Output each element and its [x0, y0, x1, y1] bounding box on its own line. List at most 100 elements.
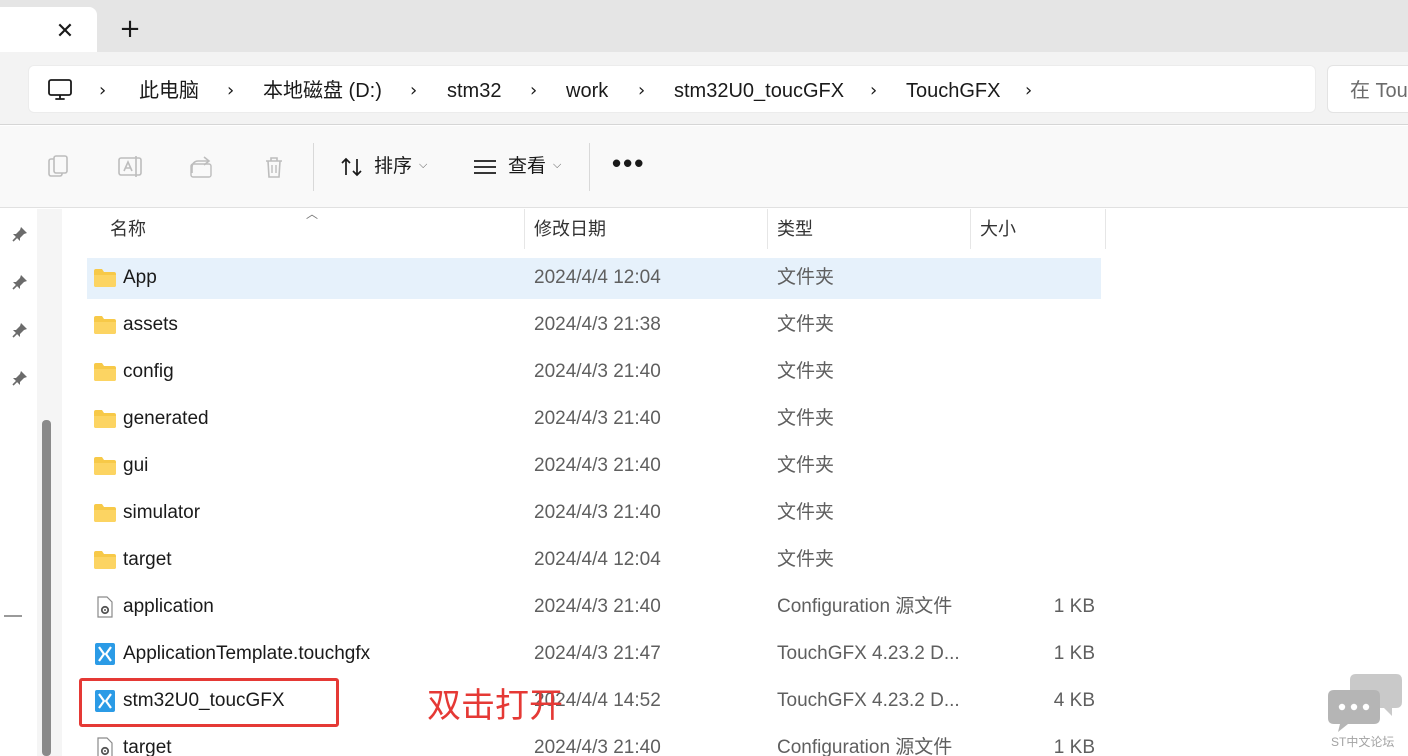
breadcrumb-chevron-icon[interactable]: ›	[530, 79, 537, 103]
breadcrumb-item-stm32u0[interactable]: stm32U0_toucGFX	[674, 79, 844, 103]
column-header-date-label: 修改日期	[534, 219, 606, 239]
file-size: 1 KB	[1053, 643, 1095, 664]
breadcrumb-item-drive-d[interactable]: 本地磁盘 (D:)	[263, 79, 382, 103]
sort-chevron-down-icon[interactable]: ⌵	[419, 158, 427, 172]
file-type: TouchGFX 4.23.2 D...	[777, 643, 960, 664]
column-header-date[interactable]: 修改日期	[524, 209, 768, 249]
file-size: 1 KB	[1053, 737, 1095, 756]
more-options-button[interactable]: •••	[612, 148, 645, 178]
breadcrumb-item-this-pc[interactable]: 此电脑	[139, 79, 199, 103]
file-name: assets	[123, 314, 178, 335]
column-header-name-label: 名称	[110, 219, 146, 239]
sort-button[interactable]: 排序	[374, 155, 412, 179]
file-name: gui	[123, 455, 149, 476]
file-date: 2024/4/3 21:40	[534, 408, 661, 429]
column-header-size[interactable]: 大小	[970, 209, 1106, 249]
file-type: 文件夹	[777, 549, 835, 570]
column-header-type-label: 类型	[777, 219, 813, 239]
breadcrumb-chevron-icon[interactable]: ›	[410, 79, 417, 103]
breadcrumb-chevron-icon[interactable]: ›	[638, 79, 645, 103]
file-size: 4 KB	[1053, 690, 1095, 711]
file-type: 文件夹	[777, 314, 835, 335]
file-type: 文件夹	[777, 502, 835, 523]
file-row-generated[interactable]: generated 2024/4/3 21:40 文件夹	[87, 399, 1101, 440]
annotation-text: 双击打开	[427, 687, 563, 725]
file-type: Configuration 源文件	[777, 737, 953, 756]
view-button[interactable]: 查看	[508, 155, 546, 179]
search-input[interactable]: 在 TouchGFX 中搜索	[1327, 65, 1408, 113]
nav-divider	[4, 615, 22, 617]
address-bar[interactable]: › 此电脑 › 本地磁盘 (D:) › stm32 › work › stm32…	[28, 65, 1316, 113]
toolbar-separator	[589, 143, 590, 191]
pin-icon[interactable]	[11, 225, 29, 243]
breadcrumb-item-touchgfx[interactable]: TouchGFX	[906, 79, 1000, 103]
annotation-highlight-box	[79, 678, 339, 727]
file-name: config	[123, 361, 174, 382]
folder-icon	[94, 551, 116, 569]
tab-strip: ✕ +	[0, 0, 1408, 53]
column-header-type[interactable]: 类型	[767, 209, 971, 249]
folder-icon	[94, 504, 116, 522]
breadcrumb-chevron-icon[interactable]: ›	[99, 79, 106, 103]
file-date: 2024/4/3 21:47	[534, 643, 661, 664]
pin-icon[interactable]	[11, 369, 29, 387]
file-row-gui[interactable]: gui 2024/4/3 21:40 文件夹	[87, 446, 1101, 487]
view-icon[interactable]	[471, 153, 499, 181]
command-bar: 排序 ⌵ 查看 ⌵ •••	[0, 126, 1408, 208]
file-date: 2024/4/3 21:40	[534, 596, 661, 617]
tab-active[interactable]: ✕	[0, 7, 97, 53]
file-date: 2024/4/3 21:38	[534, 314, 661, 335]
watermark-text: ST中文论坛	[1331, 735, 1395, 749]
file-row-application[interactable]: application 2024/4/3 21:40 Configuration…	[87, 587, 1101, 628]
sort-icon[interactable]	[338, 153, 366, 181]
file-date: 2024/4/4 12:04	[534, 549, 661, 570]
file-date: 2024/4/3 21:40	[534, 361, 661, 382]
file-type: 文件夹	[777, 267, 835, 288]
this-pc-icon[interactable]	[47, 78, 73, 102]
folder-icon	[94, 316, 116, 334]
pin-icon[interactable]	[11, 273, 29, 291]
file-type: Configuration 源文件	[777, 596, 953, 617]
tab-close-icon[interactable]: ✕	[52, 19, 78, 45]
file-row-target-config[interactable]: target 2024/4/3 21:40 Configuration 源文件 …	[87, 728, 1101, 756]
file-type: 文件夹	[777, 361, 835, 382]
file-type: 文件夹	[777, 408, 835, 429]
config-file-icon	[97, 737, 113, 756]
file-date: 2024/4/4 12:04	[534, 267, 661, 288]
address-bar-area: › 此电脑 › 本地磁盘 (D:) › stm32 › work › stm32…	[0, 52, 1408, 125]
view-chevron-down-icon[interactable]: ⌵	[553, 158, 561, 172]
file-date: 2024/4/3 21:40	[534, 737, 661, 756]
file-date: 2024/4/3 21:40	[534, 455, 661, 476]
pin-icon[interactable]	[11, 321, 29, 339]
share-icon[interactable]	[188, 153, 216, 181]
file-name: target	[123, 549, 172, 570]
config-file-icon	[97, 596, 113, 618]
folder-icon	[94, 363, 116, 381]
breadcrumb-chevron-icon[interactable]: ›	[870, 79, 877, 103]
file-row-assets[interactable]: assets 2024/4/3 21:38 文件夹	[87, 305, 1101, 346]
file-name: application	[123, 596, 214, 617]
rename-icon[interactable]	[116, 153, 144, 181]
breadcrumb-chevron-icon[interactable]: ›	[1025, 79, 1032, 103]
breadcrumb-item-stm32[interactable]: stm32	[447, 79, 501, 103]
copy-icon[interactable]	[44, 153, 72, 181]
file-type: TouchGFX 4.23.2 D...	[777, 690, 960, 711]
file-row-applicationtemplate[interactable]: ApplicationTemplate.touchgfx 2024/4/3 21…	[87, 634, 1101, 675]
column-header-name[interactable]: 名称	[100, 209, 525, 249]
file-row-target-folder[interactable]: target 2024/4/4 12:04 文件夹	[87, 540, 1101, 581]
navigation-pane	[0, 209, 37, 756]
file-row-simulator[interactable]: simulator 2024/4/3 21:40 文件夹	[87, 493, 1101, 534]
new-tab-icon[interactable]: +	[116, 15, 144, 43]
breadcrumb-item-work[interactable]: work	[566, 79, 608, 103]
file-row-config[interactable]: config 2024/4/3 21:40 文件夹	[87, 352, 1101, 393]
file-name: ApplicationTemplate.touchgfx	[123, 643, 371, 664]
column-header-size-label: 大小	[980, 219, 1016, 239]
file-row-app[interactable]: App 2024/4/4 12:04 文件夹	[87, 258, 1101, 299]
delete-icon[interactable]	[260, 153, 288, 181]
nav-scrollbar-thumb[interactable]	[42, 420, 51, 756]
folder-icon	[94, 457, 116, 475]
breadcrumb-chevron-icon[interactable]: ›	[227, 79, 234, 103]
search-placeholder: 在 TouchGFX 中搜索	[1350, 80, 1408, 102]
file-name: simulator	[123, 502, 201, 523]
folder-icon	[94, 269, 116, 287]
